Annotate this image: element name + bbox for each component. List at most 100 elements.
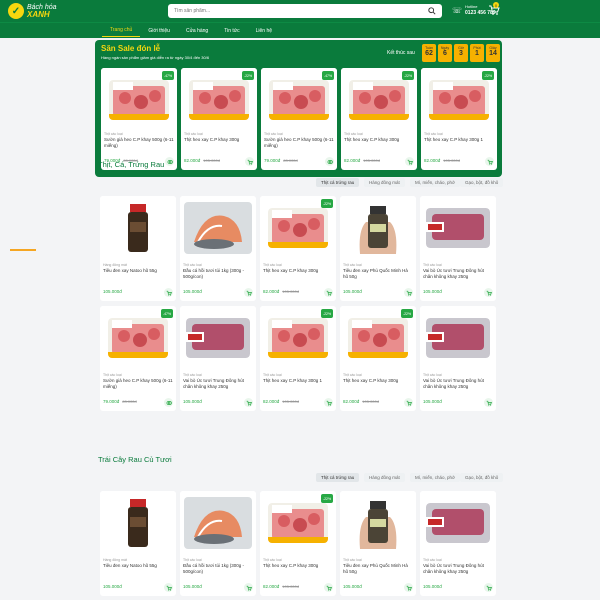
add-to-cart-button[interactable] bbox=[324, 583, 333, 592]
main-nav: Trang chủ Giới thiệu Cửa hàng Tin tức Liên h… bbox=[0, 22, 600, 38]
section-tab[interactable]: Mì, miến, cháo, phở bbox=[410, 178, 460, 187]
add-to-cart-button[interactable] bbox=[405, 157, 414, 166]
cart-add-icon bbox=[166, 290, 172, 296]
old-price: 83.000đ bbox=[283, 158, 298, 163]
add-to-cart-button[interactable] bbox=[165, 157, 174, 166]
add-to-cart-button[interactable] bbox=[244, 398, 253, 407]
nav-item[interactable]: Trang chủ bbox=[102, 27, 141, 37]
section-tab[interactable]: Hàng đông mát bbox=[364, 473, 405, 482]
product-name[interactable]: Thịt heo xay C.P khay 300g bbox=[263, 268, 333, 274]
add-to-cart-button[interactable] bbox=[484, 398, 493, 407]
product-name[interactable]: Vai bò Úc tươi Trung Đông hút chân không… bbox=[423, 268, 493, 279]
add-to-cart-button[interactable] bbox=[244, 288, 253, 297]
product-image[interactable] bbox=[340, 491, 416, 553]
product-category: Thịt các loại bbox=[264, 132, 283, 136]
nav-item[interactable]: Tin tức bbox=[216, 28, 247, 34]
product-card[interactable]: -47% Thịt các loại Sườn già heo C.P khay 5… bbox=[100, 306, 176, 411]
product-name[interactable]: Tiêu đen xay Natoo hũ 55g bbox=[103, 268, 173, 274]
countdown-value: 1 bbox=[475, 50, 479, 57]
product-card[interactable]: Thịt các loại Tiêu đen xay Phú Quốc Minh … bbox=[340, 196, 416, 301]
add-to-cart-button[interactable] bbox=[404, 288, 413, 297]
search-input[interactable] bbox=[174, 8, 428, 14]
nav-item[interactable]: Cửa hàng bbox=[178, 28, 216, 34]
nav-item[interactable]: Liên hệ bbox=[248, 28, 280, 34]
product-image[interactable] bbox=[420, 196, 496, 258]
product-name[interactable]: Sườn già heo C.P khay 500g (6-11 miếng) bbox=[264, 137, 334, 148]
product-card[interactable]: Thịt các loại Vai bò Úc tươi Trung Đông h… bbox=[420, 196, 496, 301]
product-card[interactable]: Thịt các loại Vai bò Úc tươi Trung Đông h… bbox=[420, 491, 496, 596]
add-to-cart-button[interactable] bbox=[164, 583, 173, 592]
product-card[interactable]: -22% Thịt các loại Thịt heo xay C.P khay 3… bbox=[260, 306, 336, 411]
sale-title: Săn Sale đón lễ bbox=[101, 44, 161, 53]
product-card[interactable]: -47% Thịt các loại Sườn già heo C.P khay 5… bbox=[261, 68, 337, 170]
search-bar bbox=[168, 4, 442, 18]
product-name[interactable]: Thịt heo xay C.P khay 300g bbox=[344, 137, 414, 143]
product-name[interactable]: Vai bò Úc tươi Trung Đông hút chân không… bbox=[183, 378, 253, 389]
add-to-cart-button[interactable] bbox=[164, 288, 173, 297]
product-card[interactable]: Thịt các loại Vai bò Úc tươi Trung Đông h… bbox=[420, 306, 496, 411]
add-to-cart-button[interactable] bbox=[245, 157, 254, 166]
product-name[interactable]: Sườn già heo C.P khay 500g (6-11 miếng) bbox=[104, 137, 174, 148]
product-card[interactable]: -22% Thịt các loại Thịt heo xay C.P khay 3… bbox=[341, 68, 417, 170]
product-category: Thịt các loại bbox=[263, 373, 282, 377]
old-price: 105.000đ bbox=[363, 158, 380, 163]
add-to-cart-button[interactable] bbox=[324, 288, 333, 297]
product-card[interactable]: -22% Thịt các loại Thịt heo xay C.P khay 3… bbox=[421, 68, 497, 170]
product-name[interactable]: Thịt heo xay C.P khay 300g 1 bbox=[263, 378, 333, 384]
search-icon[interactable] bbox=[428, 7, 436, 15]
product-card[interactable]: Thịt các loại Đầu cá hồi tươi túi 1kg (30… bbox=[180, 196, 256, 301]
product-card[interactable]: -22% Thịt các loại Thịt heo xay C.P khay 3… bbox=[260, 491, 336, 596]
section-tab[interactable]: Mì, miến, cháo, phở bbox=[410, 473, 460, 482]
add-to-cart-button[interactable] bbox=[484, 288, 493, 297]
section-tab[interactable]: Gạo, bột, đồ khô bbox=[460, 178, 504, 187]
section-tab[interactable]: Gạo, bột, đồ khô bbox=[460, 473, 504, 482]
section-tab[interactable]: Thịt cá trứng rau bbox=[316, 178, 360, 187]
product-name[interactable]: Tiêu đen xay Phú Quốc Minh Hà hũ 50g bbox=[343, 268, 413, 279]
product-name[interactable]: Vai bò Úc tươi Trung Đông hút chân không… bbox=[423, 378, 493, 389]
product-card[interactable]: Thịt các loại Đầu cá hồi tươi túi 1kg (30… bbox=[180, 491, 256, 596]
product-name[interactable]: Thịt heo xay C.P khay 300g bbox=[263, 563, 333, 569]
product-name[interactable]: Đầu cá hồi tươi túi 1kg (300g - 500g/con… bbox=[183, 563, 253, 574]
product-name[interactable]: Tiêu đen xay Natoo hũ 55g bbox=[103, 563, 173, 569]
product-image[interactable] bbox=[180, 196, 256, 258]
product-image[interactable] bbox=[100, 196, 176, 258]
cart-add-icon bbox=[406, 290, 412, 296]
product-name[interactable]: Vai bò Úc tươi Trung Đông hút chân không… bbox=[423, 563, 493, 574]
product-card[interactable]: Thịt các loại Tiêu đen xay Phú Quốc Minh … bbox=[340, 491, 416, 596]
add-to-cart-button[interactable] bbox=[485, 157, 494, 166]
product-card[interactable]: -22% Thịt các loại Thịt heo xay C.P khay 3… bbox=[181, 68, 257, 170]
product-name[interactable]: Đầu cá hồi tươi túi 1kg (300g - 500g/con… bbox=[183, 268, 253, 279]
add-to-cart-button[interactable] bbox=[484, 583, 493, 592]
current-price: 105.000đ bbox=[103, 289, 122, 294]
add-to-cart-button[interactable] bbox=[244, 583, 253, 592]
product-image[interactable] bbox=[100, 491, 176, 553]
product-name[interactable]: Tiêu đen xay Phú Quốc Minh Hà hũ 50g bbox=[343, 563, 413, 574]
product-image[interactable] bbox=[180, 491, 256, 553]
product-name[interactable]: Thịt heo xay C.P khay 300g bbox=[184, 137, 254, 143]
product-image[interactable] bbox=[340, 196, 416, 258]
add-to-cart-button[interactable] bbox=[324, 398, 333, 407]
product-price: 105.000đ bbox=[103, 289, 122, 294]
add-to-cart-button[interactable] bbox=[164, 398, 173, 407]
add-to-cart-button[interactable] bbox=[404, 398, 413, 407]
product-card[interactable]: -22% Thịt các loại Thịt heo xay C.P khay 3… bbox=[260, 196, 336, 301]
product-card[interactable]: Thịt các loại Vai bò Úc tươi Trung Đông h… bbox=[180, 306, 256, 411]
product-name[interactable]: Thịt heo xay C.P khay 300g 1 bbox=[424, 137, 494, 143]
product-image[interactable] bbox=[180, 306, 256, 368]
product-image[interactable] bbox=[420, 306, 496, 368]
section-tab[interactable]: Hàng đông mát bbox=[364, 178, 405, 187]
add-to-cart-button[interactable] bbox=[325, 157, 334, 166]
product-name[interactable]: Sườn già heo C.P khay 500g (6-11 miếng) bbox=[103, 378, 173, 389]
product-card[interactable]: -22% Thịt các loại Thịt heo xay C.P khay 3… bbox=[340, 306, 416, 411]
add-to-cart-button[interactable] bbox=[404, 583, 413, 592]
product-image[interactable] bbox=[420, 491, 496, 553]
product-card[interactable]: -47% Thịt các loại Sườn già heo C.P khay 5… bbox=[101, 68, 177, 170]
product-card[interactable]: Hàng đông mát Tiêu đen xay Natoo hũ 55g 10… bbox=[100, 196, 176, 301]
nav-item[interactable]: Giới thiệu bbox=[140, 28, 178, 34]
current-price: 105.000đ bbox=[423, 584, 442, 589]
logo[interactable]: ✓ Bách hóa XANH bbox=[8, 3, 83, 19]
product-card[interactable]: Hàng đông mát Tiêu đen xay Natoo hũ 55g 10… bbox=[100, 491, 176, 596]
product-name[interactable]: Thịt heo xay C.P khay 300g bbox=[343, 378, 413, 384]
section-tab[interactable]: Thịt cá trứng rau bbox=[316, 473, 360, 482]
cart-add-icon bbox=[246, 585, 252, 591]
